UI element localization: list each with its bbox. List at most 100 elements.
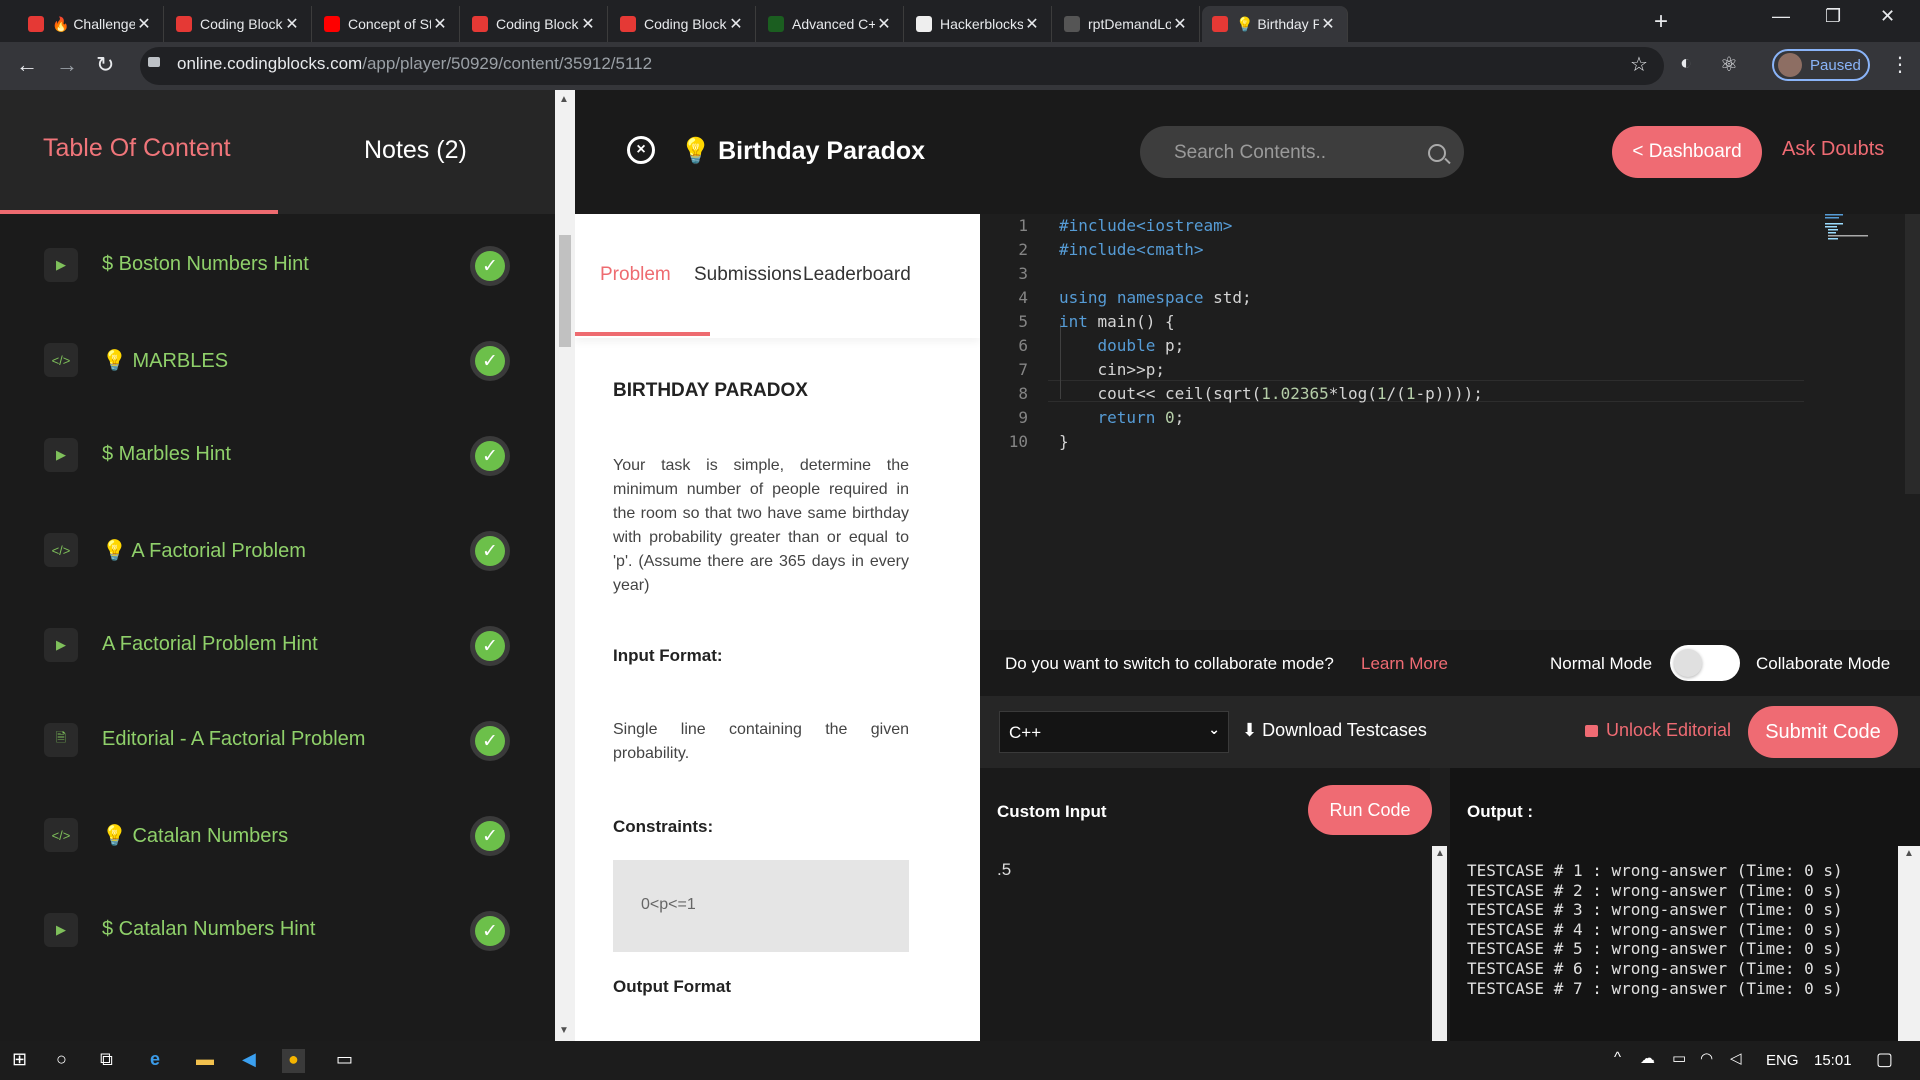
tab-notes[interactable]: Notes (2) — [364, 136, 467, 165]
chrome-icon[interactable]: ● — [282, 1049, 305, 1073]
ask-doubts-link[interactable]: Ask Doubts — [1782, 138, 1884, 161]
battery-icon[interactable]: ▭ — [1672, 1049, 1686, 1073]
scroll-up-icon[interactable]: ▲ — [1435, 848, 1445, 859]
output-scrollbar[interactable]: ▲ — [1898, 846, 1920, 1041]
close-tab-icon[interactable]: ✕ — [1171, 14, 1189, 34]
new-tab-button[interactable]: + — [1654, 8, 1668, 36]
code-line[interactable]: #include<iostream> — [1059, 216, 1232, 235]
toc-item[interactable]: </> 💡 Catalan Numbers ✓ — [0, 798, 555, 893]
browser-tab[interactable]: Coding Blocks |✕ — [462, 6, 608, 42]
language-select[interactable]: C++ ⌄ — [999, 711, 1229, 753]
code-line[interactable]: return 0; — [1059, 408, 1185, 427]
close-tab-icon[interactable]: ✕ — [727, 14, 745, 34]
code-line[interactable]: int main() { — [1059, 312, 1175, 331]
browser-tab[interactable]: Concept of Stri✕ — [314, 6, 460, 42]
code-line[interactable]: using namespace std; — [1059, 288, 1252, 307]
toc-item[interactable]: ▶ $ Catalan Numbers Hint ✓ — [0, 893, 555, 988]
search-input[interactable]: Search Contents.. — [1140, 126, 1464, 178]
toc-item[interactable]: ▶ $ Marbles Hint ✓ — [0, 418, 555, 513]
output-panel: Output : TESTCASE # 1 : wrong-answer (Ti… — [1450, 768, 1920, 1041]
browser-tab[interactable]: 💡 Birthday Par✕ — [1202, 6, 1348, 42]
close-tab-icon[interactable]: ✕ — [135, 14, 153, 34]
notification-icon[interactable]: ▢ — [1876, 1049, 1893, 1073]
profile-button[interactable]: Paused — [1772, 49, 1870, 81]
browser-tab[interactable]: 🔥 Challenges ✕ — [18, 6, 164, 42]
task-view-icon[interactable]: ⧉ — [100, 1049, 113, 1073]
scrollbar-thumb[interactable] — [559, 235, 571, 347]
close-window-icon[interactable]: ✕ — [1880, 6, 1895, 27]
back-icon[interactable]: ← — [16, 52, 38, 78]
code-line[interactable]: } — [1059, 432, 1069, 451]
close-tab-icon[interactable]: ✕ — [579, 14, 597, 34]
tab-problem[interactable]: Problem — [600, 264, 671, 286]
scroll-down-icon[interactable]: ▼ — [559, 1025, 569, 1036]
volume-icon[interactable]: ◁ — [1730, 1049, 1742, 1073]
toc-item[interactable]: 🗎 Editorial - A Factorial Problem ✓ — [0, 703, 555, 798]
close-tab-icon[interactable]: ✕ — [283, 14, 301, 34]
code-line[interactable]: cin>>p; — [1059, 360, 1165, 379]
tab-leaderboard[interactable]: Leaderboard — [803, 264, 911, 286]
close-tab-icon[interactable]: ✕ — [1023, 14, 1041, 34]
submit-code-button[interactable]: Submit Code — [1748, 706, 1898, 758]
file-explorer-icon[interactable]: ▬ — [196, 1049, 214, 1073]
forward-icon[interactable]: → — [56, 52, 78, 78]
browser-tab[interactable]: Hackerblocks ✕ — [906, 6, 1052, 42]
toc-item[interactable]: ▶ A Factorial Problem Hint ✓ — [0, 608, 555, 703]
close-tab-icon[interactable]: ✕ — [431, 14, 449, 34]
toc-item-label: 💡 Catalan Numbers — [102, 825, 289, 847]
tab-table-of-content[interactable]: Table Of Content — [43, 134, 231, 163]
browser-tab[interactable]: Coding Blocks |✕ — [166, 6, 312, 42]
toc-item[interactable]: </> 💡 A Factorial Problem ✓ — [0, 513, 555, 608]
browser-tab[interactable]: Advanced C++✕ — [758, 6, 904, 42]
editor-scrollbar[interactable] — [1905, 214, 1920, 494]
extension-icon[interactable]: ◐ — [1680, 52, 1692, 75]
wifi-icon[interactable]: ◠ — [1700, 1049, 1713, 1073]
tray-chevron-icon[interactable]: ^ — [1614, 1049, 1621, 1073]
code-line[interactable]: #include<cmath> — [1059, 240, 1204, 259]
scroll-up-icon[interactable]: ▲ — [559, 94, 569, 105]
input-language[interactable]: ENG — [1766, 1052, 1799, 1069]
code-line[interactable]: double p; — [1059, 336, 1185, 355]
toc-item[interactable]: ▶ $ Boston Numbers Hint ✓ — [0, 228, 555, 323]
collaborate-mode-toggle[interactable] — [1670, 645, 1740, 681]
toc-item-label: $ Catalan Numbers Hint — [102, 918, 316, 940]
close-tab-icon[interactable]: ✕ — [875, 14, 893, 34]
restore-icon[interactable]: ❐ — [1825, 6, 1841, 27]
search-icon[interactable] — [1428, 144, 1446, 162]
windows-start-icon[interactable]: ⊞ — [12, 1049, 27, 1073]
video-editor-icon[interactable]: ▭ — [336, 1049, 353, 1073]
minimize-icon[interactable]: — — [1772, 6, 1790, 27]
vscode-icon[interactable]: ◀ — [242, 1049, 256, 1073]
code-editor[interactable]: 1 #include<iostream> 2 #include<cmath> 3 4 usi… — [980, 214, 1920, 630]
star-icon[interactable]: ☆ — [1630, 52, 1648, 77]
url-text[interactable]: online.codingblocks.com/app/player/50929… — [177, 54, 652, 74]
custom-input-field[interactable]: .5 — [997, 860, 1011, 880]
lock-icon — [1585, 725, 1598, 737]
scroll-up-icon[interactable]: ▲ — [1904, 848, 1914, 859]
learn-more-link[interactable]: Learn More — [1361, 654, 1448, 674]
tab-submissions[interactable]: Submissions — [694, 264, 802, 286]
code-line[interactable]: cout<< ceil(sqrt(1.02365*log(1/(1-p)))); — [1059, 384, 1483, 403]
menu-icon[interactable]: ⋮ — [1890, 52, 1910, 77]
close-tab-icon[interactable]: ✕ — [1319, 14, 1337, 34]
toc-scrollbar[interactable]: ▲ ▼ — [555, 90, 575, 1041]
clock[interactable]: 15:01 — [1814, 1052, 1852, 1069]
edge-icon[interactable]: e — [150, 1049, 160, 1073]
close-icon[interactable]: × — [627, 136, 655, 164]
toc-item[interactable]: </> 💡 MARBLES ✓ — [0, 323, 555, 418]
lock-icon[interactable] — [148, 57, 160, 67]
minimap[interactable] — [1825, 214, 1875, 244]
search-icon[interactable]: ○ — [56, 1049, 67, 1073]
unlock-editorial-button[interactable]: Unlock Editorial — [1585, 720, 1731, 741]
reload-icon[interactable]: ↻ — [96, 52, 114, 78]
run-code-button[interactable]: Run Code — [1308, 785, 1432, 835]
play-icon: ▶ — [44, 913, 78, 947]
browser-tab[interactable]: rptDemandLoa✕ — [1054, 6, 1200, 42]
onedrive-icon[interactable]: ☁ — [1640, 1049, 1655, 1073]
dashboard-button[interactable]: < Dashboard — [1612, 126, 1762, 178]
react-devtools-icon[interactable]: ⚛ — [1720, 52, 1738, 77]
browser-tab[interactable]: Coding Blocks (✕ — [610, 6, 756, 42]
download-testcases-button[interactable]: ⬇ Download Testcases — [1242, 720, 1427, 741]
input-scrollbar[interactable]: ▲ — [1432, 846, 1447, 1041]
toc-item-label: A Factorial Problem Hint — [102, 633, 318, 655]
